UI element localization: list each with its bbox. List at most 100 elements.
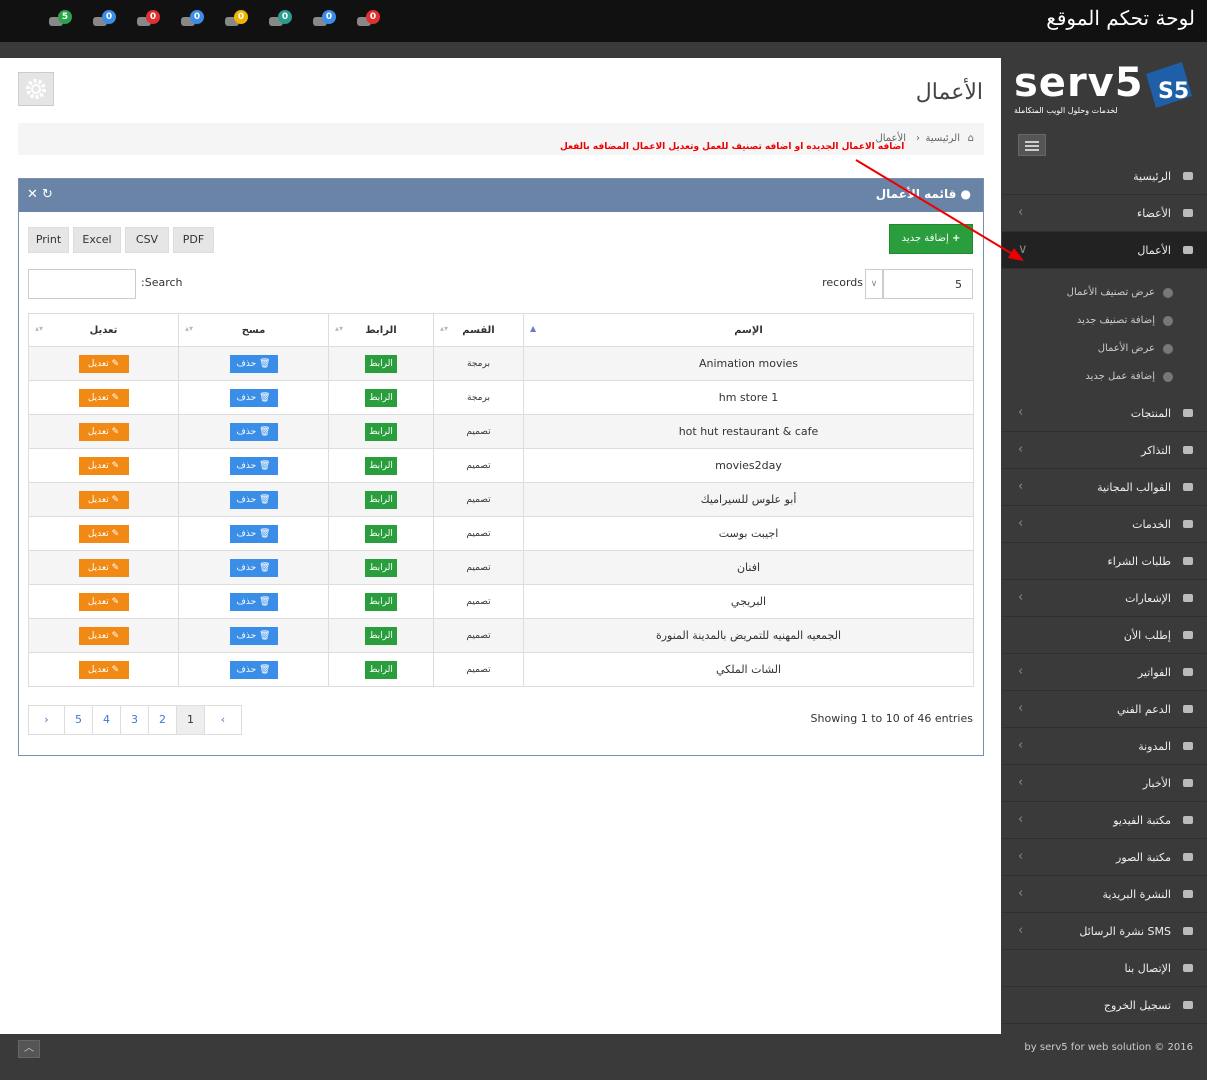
delete-button[interactable]: حذف 🗑 — [229, 456, 278, 475]
edit-button[interactable]: تعديل ✎ — [78, 490, 129, 509]
edit-button[interactable]: تعديل ✎ — [78, 456, 129, 475]
col-delete[interactable]: ▴▾ مسح — [178, 313, 329, 347]
notification-plus-users[interactable]: 0 — [92, 10, 118, 32]
col-edit[interactable]: ▴▾ تعديل — [28, 313, 179, 347]
table-row: تعديل ✎ حذف 🗑 الرابط تصميم البريجي — [28, 584, 974, 619]
sidebar-item[interactable]: التذاكر ‹ — [1002, 432, 1207, 469]
edit-button[interactable]: تعديل ✎ — [78, 558, 129, 577]
delete-cell: حذف 🗑 — [178, 618, 329, 653]
scroll-top-button[interactable]: ︿ — [18, 1040, 40, 1058]
notification-envelope[interactable]: 0 — [312, 10, 338, 32]
settings-button[interactable] — [18, 72, 54, 106]
link-button[interactable]: الرابط — [365, 490, 397, 509]
edit-button[interactable]: تعديل ✎ — [78, 660, 129, 679]
link-button[interactable]: الرابط — [365, 626, 397, 645]
chevron-left-icon: ‹ — [1018, 738, 1024, 753]
page-link[interactable]: 5 — [65, 706, 93, 734]
delete-button[interactable]: حذف 🗑 — [229, 592, 278, 611]
sidebar-subitem[interactable]: إضافة عمل جديد — [1002, 363, 1207, 391]
sidebar-item[interactable]: الرئيسية — [1002, 158, 1207, 195]
sidebar-item[interactable]: الأعمال ∨ — [1002, 232, 1207, 269]
sidebar-item[interactable]: مكتبة الفيديو ‹ — [1002, 802, 1207, 839]
col-category[interactable]: ▴▾ القسم — [433, 313, 524, 347]
link-button[interactable]: الرابط — [365, 388, 397, 407]
sidebar-subitem[interactable]: عرض تصنيف الأعمال — [1002, 279, 1207, 307]
delete-button[interactable]: حذف 🗑 — [229, 558, 278, 577]
search-input[interactable] — [28, 269, 136, 299]
delete-button[interactable]: حذف 🗑 — [229, 626, 278, 645]
edit-button[interactable]: تعديل ✎ — [78, 524, 129, 543]
col-name[interactable]: ▲ الإسم — [523, 313, 974, 347]
delete-button[interactable]: حذف 🗑 — [229, 524, 278, 543]
page-link[interactable]: 2 — [149, 706, 177, 734]
delete-button[interactable]: حذف 🗑 — [229, 660, 278, 679]
page-link[interactable]: › — [29, 706, 65, 734]
csv-button[interactable]: CSV — [125, 227, 169, 253]
notification-user[interactable]: 0 — [356, 10, 382, 32]
page-link[interactable]: 3 — [121, 706, 149, 734]
delete-button[interactable]: حذف 🗑 — [229, 388, 278, 407]
refresh-icon[interactable]: ↻ — [42, 187, 53, 202]
close-icon[interactable]: ✕ — [27, 187, 38, 202]
delete-button[interactable]: حذف 🗑 — [229, 422, 278, 441]
edit-button[interactable]: تعديل ✎ — [78, 388, 129, 407]
delete-button[interactable]: حذف 🗑 — [229, 354, 278, 373]
sidebar-item-label: الفواتير — [1137, 666, 1171, 679]
edit-button[interactable]: تعديل ✎ — [78, 354, 129, 373]
pdf-button[interactable]: PDF — [173, 227, 214, 253]
link-button[interactable]: الرابط — [365, 524, 397, 543]
menu-icon — [1181, 406, 1195, 420]
records-select[interactable]: ∨ — [865, 269, 883, 299]
add-new-button[interactable]: إضافة جديد + — [889, 224, 973, 254]
notification-truck[interactable]: 0 — [268, 10, 294, 32]
sidebar-item[interactable]: الأعضاء ‹ — [1002, 195, 1207, 232]
sidebar-item[interactable]: الدعم الفني ‹ — [1002, 691, 1207, 728]
sidebar-item[interactable]: نشرة الرسائل SMS ‹ — [1002, 913, 1207, 950]
link-button[interactable]: الرابط — [365, 422, 397, 441]
link-button[interactable]: الرابط — [365, 354, 397, 373]
delete-button[interactable]: حذف 🗑 — [229, 490, 278, 509]
sidebar-item[interactable]: الإشعارات ‹ — [1002, 580, 1207, 617]
print-button[interactable]: Print — [28, 227, 69, 253]
sidebar-item[interactable]: النشرة البريدية ‹ — [1002, 876, 1207, 913]
notification-chat[interactable]: 0 — [180, 10, 206, 32]
notification-user[interactable]: 0 — [136, 10, 162, 32]
notification-badge: 5 — [58, 10, 72, 24]
annotation-note: اضافه الاعمال الجديده او اضافه تصنيف للع… — [560, 142, 905, 152]
edit-button[interactable]: تعديل ✎ — [78, 592, 129, 611]
link-button[interactable]: الرابط — [365, 592, 397, 611]
notification-twitter-bird[interactable]: 5 — [48, 10, 74, 32]
sidebar-item[interactable]: الخدمات ‹ — [1002, 506, 1207, 543]
sidebar-item[interactable]: طلبات الشراء — [1002, 543, 1207, 580]
sort-icon: ▴▾ — [440, 324, 449, 333]
sidebar-item[interactable]: المنتجات ‹ — [1002, 395, 1207, 432]
page-link[interactable]: 1 — [177, 706, 205, 734]
notification-tag[interactable]: 0 — [224, 10, 250, 32]
sidebar-item[interactable]: مكتبة الصور ‹ — [1002, 839, 1207, 876]
records-input[interactable]: 5 — [883, 269, 973, 299]
sidebar-item[interactable]: إطلب الأن — [1002, 617, 1207, 654]
link-button[interactable]: الرابط — [365, 660, 397, 679]
sidebar-subitem[interactable]: عرض الأعمال — [1002, 335, 1207, 363]
col-category-label: القسم — [462, 324, 495, 336]
delete-cell: حذف 🗑 — [178, 482, 329, 517]
edit-button[interactable]: تعديل ✎ — [78, 626, 129, 645]
menu-toggle-button[interactable] — [1018, 134, 1046, 156]
sidebar-item[interactable]: المدونة ‹ — [1002, 728, 1207, 765]
sidebar-item[interactable]: الفواتير ‹ — [1002, 654, 1207, 691]
breadcrumb-home[interactable]: الرئيسية — [926, 133, 960, 144]
sidebar-subitem[interactable]: إضافة تصنيف جديد — [1002, 307, 1207, 335]
edit-button[interactable]: تعديل ✎ — [78, 422, 129, 441]
link-button[interactable]: الرابط — [365, 558, 397, 577]
sidebar-item[interactable]: القوالب المجانية ‹ — [1002, 469, 1207, 506]
sidebar-item[interactable]: تسجيل الخروج — [1002, 987, 1207, 1024]
sidebar-item[interactable]: الأخبار ‹ — [1002, 765, 1207, 802]
chevron-circle-icon: ● — [960, 187, 971, 201]
page-link[interactable]: 4 — [93, 706, 121, 734]
excel-button[interactable]: Excel — [73, 227, 121, 253]
col-link[interactable]: ▴▾ الرابط — [328, 313, 434, 347]
sidebar-item[interactable]: الإتصال بنا — [1002, 950, 1207, 987]
page-link[interactable]: ‹ — [205, 706, 241, 734]
link-button[interactable]: الرابط — [365, 456, 397, 475]
category-cell: تصميم — [433, 482, 524, 517]
